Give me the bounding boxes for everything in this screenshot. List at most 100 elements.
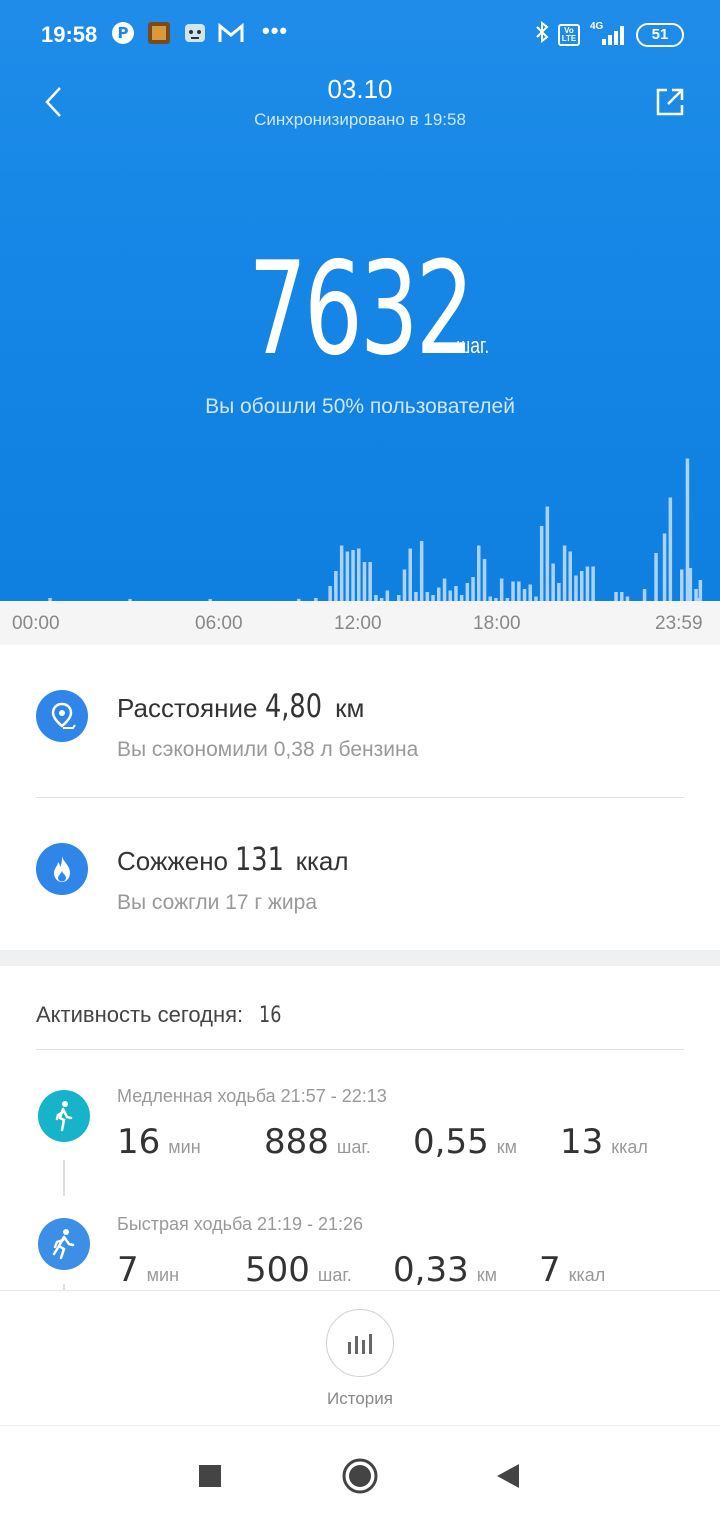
bar-chart-icon bbox=[348, 1334, 372, 1354]
status-right: Vo LTE 4G 51 bbox=[534, 20, 684, 49]
step-bar bbox=[437, 587, 441, 601]
activity-item[interactable]: Медленная ходьба 21:57 - 22:13 16 мин 888… bbox=[0, 1086, 720, 1196]
step-bar bbox=[539, 526, 544, 601]
volte-icon: Vo LTE bbox=[558, 23, 580, 46]
chart-x-axis: 00:00 06:00 12:00 18:00 23:59 bbox=[0, 601, 720, 645]
status-bar: 19:58 P ••• Vo LTE 4G 51 bbox=[0, 0, 720, 70]
hero-panel: 19:58 P ••• Vo LTE 4G 51 03.10 Синхрониз… bbox=[0, 0, 720, 601]
steps-count: 7632 bbox=[248, 235, 474, 384]
step-bar bbox=[477, 545, 481, 601]
step-bar bbox=[688, 568, 693, 601]
step-bar bbox=[482, 559, 487, 601]
section-separator bbox=[0, 950, 720, 966]
top-bar: 03.10 Синхронизировано в 19:58 bbox=[0, 70, 720, 146]
system-nav-bar bbox=[0, 1425, 720, 1520]
minutes-value: 16 bbox=[117, 1122, 161, 1162]
kcal-unit: ккал bbox=[568, 1265, 606, 1285]
app-avatar-icon bbox=[146, 20, 172, 46]
activity-minutes: 7 мин bbox=[117, 1250, 179, 1290]
minutes-unit: мин bbox=[168, 1137, 201, 1157]
back-nav-button[interactable] bbox=[488, 1456, 528, 1496]
activity-steps: 888 шаг. bbox=[264, 1122, 371, 1162]
step-bar bbox=[362, 562, 367, 601]
walking-person-icon bbox=[38, 1090, 90, 1142]
distance-row[interactable]: Расстояние 4,80 км Вы сэкономили 0,38 л … bbox=[0, 645, 720, 795]
calories-value: 131 bbox=[235, 840, 285, 878]
activity-kcal: 13 ккал bbox=[560, 1122, 648, 1162]
steps-unit: шаг. bbox=[336, 1137, 371, 1157]
activity-minutes: 16 мин bbox=[117, 1122, 201, 1162]
step-bar bbox=[654, 553, 658, 601]
step-bar bbox=[465, 583, 470, 601]
distance-title: Расстояние 4,80 км bbox=[117, 687, 364, 725]
step-bar bbox=[414, 592, 418, 601]
share-button[interactable] bbox=[646, 78, 694, 126]
activity-distance: 0,33 км bbox=[393, 1250, 497, 1290]
step-bar bbox=[568, 551, 572, 601]
history-label: История bbox=[327, 1389, 393, 1408]
activity-title: Медленная ходьба 21:57 - 22:13 bbox=[117, 1086, 387, 1106]
distance-unit: км bbox=[496, 1137, 517, 1157]
triangle-back-icon bbox=[497, 1464, 519, 1488]
step-bar bbox=[662, 533, 667, 601]
x-tick: 06:00 bbox=[195, 613, 243, 634]
steps-value: 500 bbox=[245, 1250, 310, 1290]
step-bar bbox=[585, 566, 590, 601]
distance-value: 0,33 bbox=[393, 1250, 469, 1290]
activity-header: Активность сегодня: 16 bbox=[36, 1002, 287, 1028]
distance-unit: км bbox=[476, 1265, 497, 1285]
step-bar bbox=[442, 578, 447, 601]
kcal-value: 7 bbox=[539, 1250, 561, 1290]
steps-summary: 7632 шаг. bbox=[0, 245, 720, 375]
step-bar bbox=[357, 548, 361, 601]
step-bar bbox=[328, 586, 332, 601]
step-bar bbox=[642, 589, 647, 601]
home-button[interactable] bbox=[340, 1456, 380, 1496]
bluetooth-icon bbox=[534, 20, 550, 49]
fast-walking-icon bbox=[38, 1218, 90, 1270]
activity-steps: 500 шаг. bbox=[245, 1250, 352, 1290]
calories-note: Вы сожгли 17 г жира bbox=[117, 891, 318, 914]
calories-row[interactable]: Сожжено 131 ккал Вы сожгли 17 г жира bbox=[0, 798, 720, 948]
minutes-value: 7 bbox=[117, 1250, 139, 1290]
step-bar bbox=[557, 583, 561, 601]
square-icon bbox=[199, 1465, 221, 1487]
step-bar bbox=[408, 548, 412, 601]
x-tick: 18:00 bbox=[473, 613, 521, 634]
step-bar bbox=[698, 580, 703, 601]
activity-item[interactable]: Быстрая ходьба 21:19 - 21:26 7 мин 500 шаг… bbox=[0, 1214, 720, 1290]
step-bar bbox=[345, 551, 350, 601]
step-bar bbox=[528, 584, 532, 601]
step-bar bbox=[499, 578, 504, 601]
distance-note: Вы сэкономили 0,38 л бензина bbox=[117, 738, 419, 761]
kcal-unit: ккал bbox=[611, 1137, 648, 1157]
activity-kcal: 7 ккал bbox=[539, 1250, 605, 1290]
x-tick: 12:00 bbox=[334, 613, 382, 634]
recents-button[interactable] bbox=[190, 1456, 230, 1496]
x-tick: 23:59 bbox=[655, 613, 703, 634]
calories-label: Сожжено bbox=[117, 846, 229, 876]
calories-unit: ккал bbox=[295, 846, 349, 876]
calories-title: Сожжено 131 ккал bbox=[117, 840, 349, 878]
step-bar bbox=[522, 589, 527, 601]
location-pin-icon bbox=[36, 690, 88, 742]
distance-label: Расстояние bbox=[117, 693, 258, 723]
gmail-icon bbox=[218, 20, 244, 46]
step-bar bbox=[339, 545, 344, 601]
more-dots-icon: ••• bbox=[262, 18, 289, 43]
svg-text:P: P bbox=[118, 24, 129, 42]
history-bar: История bbox=[0, 1290, 720, 1425]
step-bar bbox=[385, 590, 390, 601]
step-bar bbox=[545, 506, 550, 601]
activity-header-label: Активность сегодня: bbox=[36, 1002, 244, 1027]
x-tick: 00:00 bbox=[12, 613, 60, 634]
steps-unit: шаг. bbox=[456, 333, 490, 358]
step-bar bbox=[680, 569, 684, 601]
robot-icon bbox=[182, 20, 208, 46]
step-bar bbox=[551, 563, 555, 601]
step-bar bbox=[614, 592, 618, 601]
history-button[interactable] bbox=[326, 1309, 394, 1377]
step-bar bbox=[402, 569, 407, 601]
status-time: 19:58 bbox=[41, 22, 98, 47]
step-bar bbox=[454, 586, 458, 601]
